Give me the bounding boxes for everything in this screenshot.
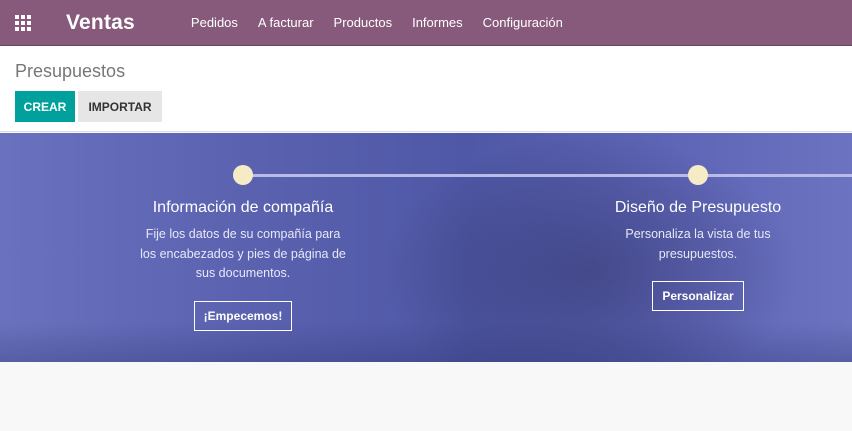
main-menu: Pedidos A facturar Productos Informes Co…: [181, 0, 573, 46]
step-description-line: sus documentos.: [195, 266, 291, 280]
lets-start-button[interactable]: ¡Empecemos!: [193, 300, 293, 331]
onboarding-banner: Información de compañía Fije los datos d…: [0, 133, 852, 362]
app-title: Ventas: [66, 10, 135, 34]
menu-item-productos[interactable]: Productos: [324, 0, 403, 46]
menu-item-informes[interactable]: Informes: [402, 0, 473, 46]
customize-button[interactable]: Personalizar: [652, 281, 744, 311]
step-description-line: Personaliza la vista de tus: [625, 227, 771, 241]
control-panel: Presupuestos CREAR IMPORTAR: [0, 46, 852, 132]
breadcrumb[interactable]: Presupuestos: [15, 61, 125, 82]
create-button[interactable]: CREAR: [15, 91, 75, 122]
step-description-line: los encabezados y pies de página de: [140, 246, 346, 261]
step-description: Personaliza la vista de tus presupuestos…: [588, 225, 808, 264]
apps-menu-button[interactable]: [0, 0, 46, 46]
step-1-dot: [233, 165, 253, 185]
step-2-dot: [688, 165, 708, 185]
menu-item-configuracion[interactable]: Configuración: [473, 0, 573, 46]
step-title: Información de compañía: [152, 199, 334, 216]
onboarding-step-quotation-layout: Diseño de Presupuesto Personaliza la vis…: [588, 199, 808, 311]
list-content-area: [0, 362, 852, 431]
onboarding-progress-track: [243, 174, 852, 177]
step-description-line: Fije los datos de su compañía para: [145, 227, 341, 241]
step-title: Diseño de Presupuesto: [614, 199, 782, 216]
step-description: Fije los datos de su compañía para los e…: [128, 225, 358, 284]
menu-item-pedidos[interactable]: Pedidos: [181, 0, 248, 46]
top-navbar: Ventas Pedidos A facturar Productos Info…: [0, 0, 852, 46]
step-description-line: presupuestos.: [658, 246, 738, 261]
import-button[interactable]: IMPORTAR: [78, 91, 162, 122]
onboarding-step-company: Información de compañía Fije los datos d…: [128, 199, 358, 331]
apps-grid-icon: [15, 14, 31, 31]
menu-item-a-facturar[interactable]: A facturar: [248, 0, 324, 46]
